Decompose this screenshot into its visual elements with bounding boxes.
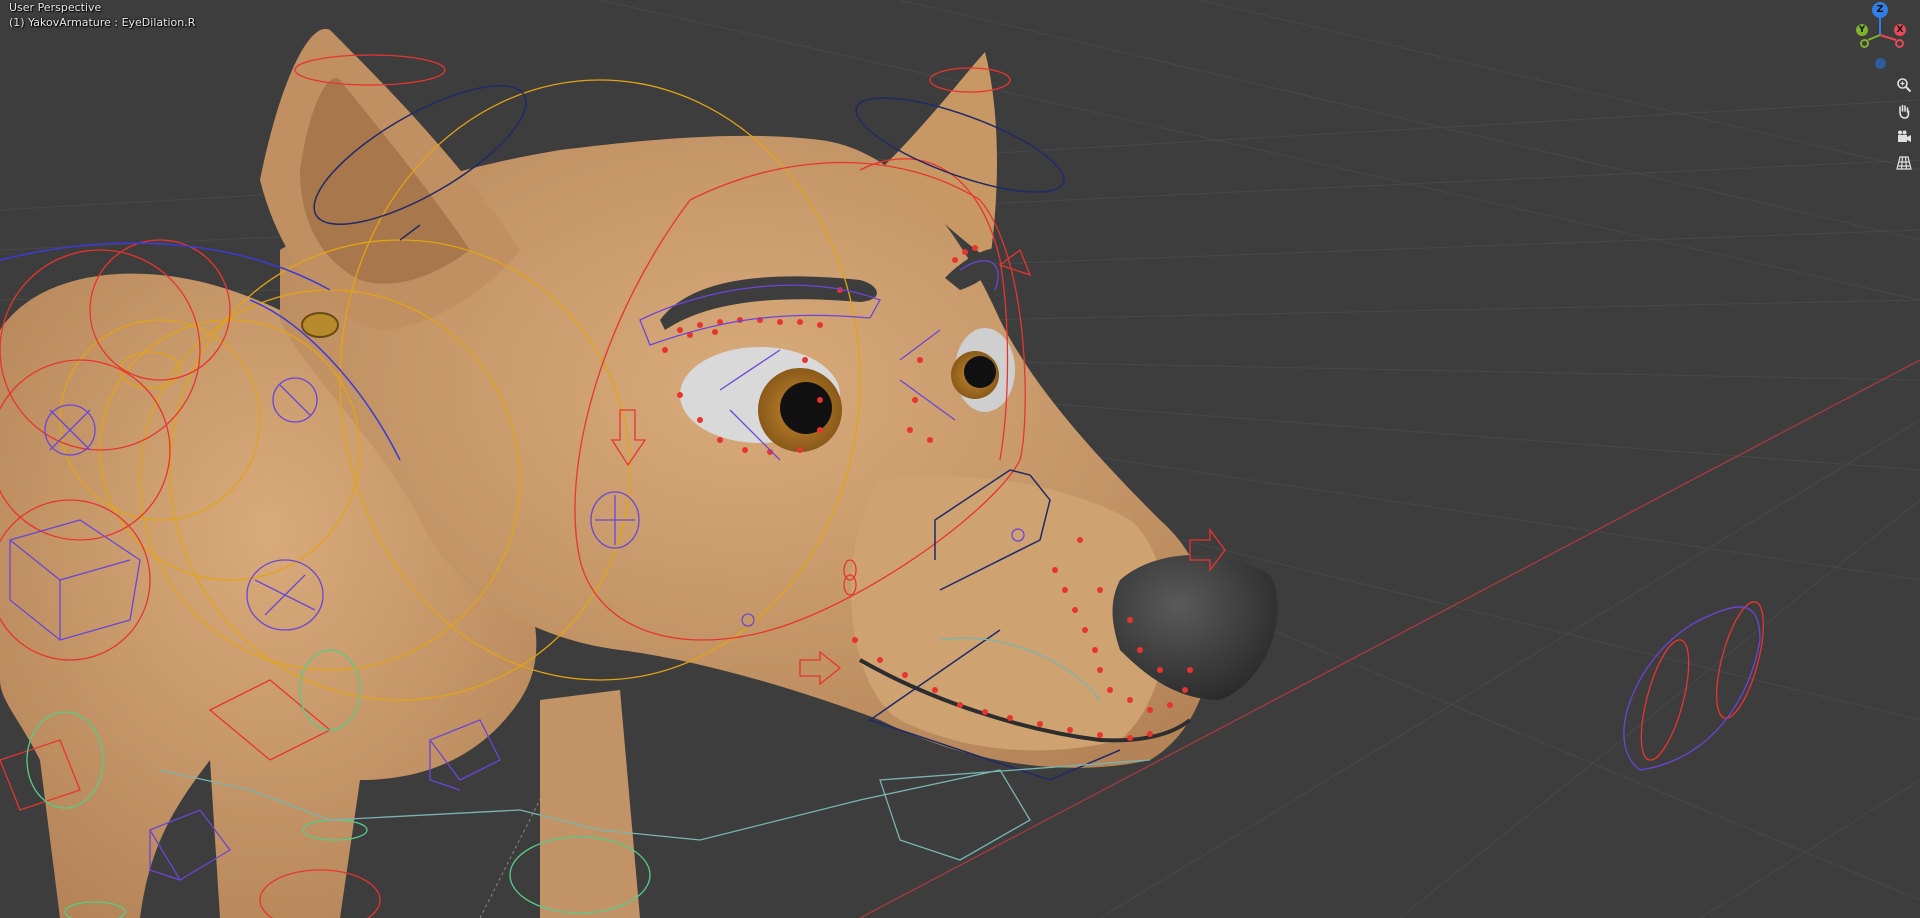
- character-mesh[interactable]: [0, 28, 1278, 918]
- earring: [301, 312, 339, 338]
- right-eye-pupil: [964, 356, 996, 388]
- hand-pan-icon: [1899, 104, 1910, 119]
- perspective-toggle-button[interactable]: [1893, 152, 1915, 174]
- zoom-button[interactable]: [1893, 74, 1915, 96]
- active-object-label: (1) YakovArmature : EyeDilation.R: [9, 16, 196, 29]
- left-eye-pupil: [780, 382, 832, 434]
- gizmo-neg-z-axis[interactable]: [1875, 58, 1886, 69]
- camera-view-button[interactable]: [1893, 126, 1915, 148]
- camera-icon: [1898, 130, 1911, 142]
- view-name-label: User Perspective: [9, 1, 102, 14]
- zoom-icon: [1897, 78, 1912, 93]
- gizmo-neg-y-axis[interactable]: [1860, 39, 1869, 48]
- front-leg-mesh: [540, 690, 640, 918]
- gizmo-neg-x-axis[interactable]: [1895, 39, 1904, 48]
- 3d-viewport[interactable]: [0, 0, 1920, 918]
- pan-button[interactable]: [1893, 100, 1915, 122]
- gizmo-x-axis[interactable]: X: [1894, 24, 1906, 36]
- gizmo-z-axis[interactable]: Z: [1872, 2, 1888, 18]
- orientation-gizmo[interactable]: Z Y X: [1850, 0, 1920, 72]
- gizmo-y-axis[interactable]: Y: [1856, 24, 1868, 36]
- grid-perspective-icon: [1896, 156, 1912, 170]
